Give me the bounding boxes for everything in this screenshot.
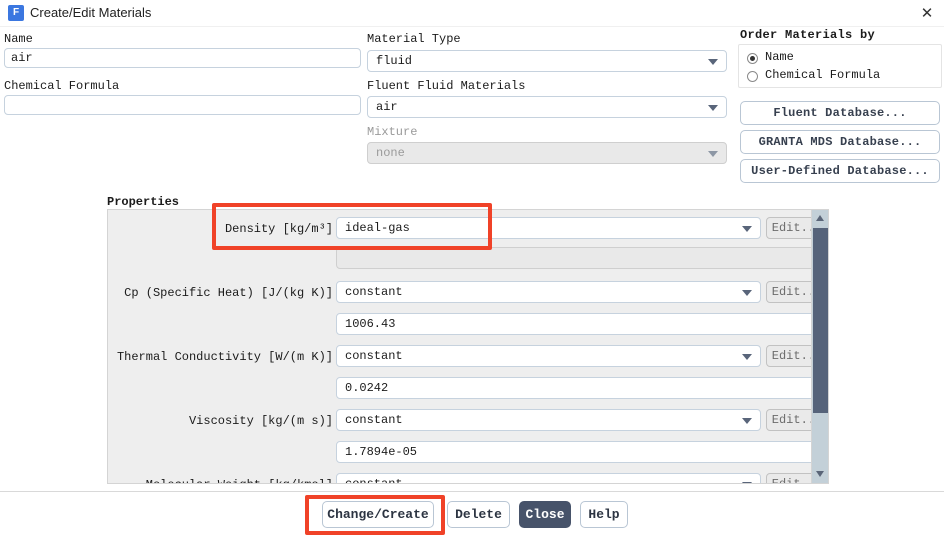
density-value-field	[336, 247, 828, 269]
molecular-weight-label: Molecular Weight [kg/kmol]	[108, 478, 333, 483]
radio-icon-selected	[747, 53, 758, 64]
chevron-down-icon	[742, 354, 752, 360]
chevron-down-icon	[742, 226, 752, 232]
chevron-down-icon	[708, 105, 718, 111]
mixture-value: none	[376, 146, 405, 160]
viscosity-method-value: constant	[345, 413, 403, 427]
scrollbar-thumb[interactable]	[813, 228, 828, 413]
chevron-down-icon	[708, 59, 718, 65]
scroll-down-arrow-icon[interactable]	[812, 466, 828, 483]
material-type-combo[interactable]: fluid	[367, 50, 727, 72]
properties-panel: Density [kg/m³] ideal-gas Edit... Cp (Sp…	[107, 209, 829, 484]
help-button[interactable]: Help	[580, 501, 628, 528]
chemical-formula-input[interactable]	[4, 95, 361, 115]
close-button[interactable]: Close	[519, 501, 571, 528]
viscosity-value-field[interactable]: 1.7894e-05	[336, 441, 828, 463]
granta-mds-database-button[interactable]: GRANTA MDS Database...	[740, 130, 940, 154]
thermal-conductivity-method-combo[interactable]: constant	[336, 345, 761, 367]
footer-separator	[0, 491, 944, 492]
density-label: Density [kg/m³]	[224, 222, 333, 236]
cp-value-field[interactable]: 1006.43	[336, 313, 828, 335]
create-edit-materials-dialog: F Create/Edit Materials ✕ Name Chemical …	[0, 0, 944, 535]
radio-order-by-name-label: Name	[765, 50, 794, 64]
radio-icon-unselected	[747, 71, 758, 82]
cp-method-combo[interactable]: constant	[336, 281, 761, 303]
thermal-conductivity-method-value: constant	[345, 349, 403, 363]
mixture-label: Mixture	[367, 125, 418, 139]
chevron-down-icon	[742, 290, 752, 296]
density-method-combo[interactable]: ideal-gas	[336, 217, 761, 239]
chevron-down-icon	[708, 151, 718, 157]
chevron-down-icon	[742, 482, 752, 483]
properties-scrollbar[interactable]	[811, 210, 828, 483]
fluent-fluid-materials-combo[interactable]: air	[367, 96, 727, 118]
chevron-down-icon	[742, 418, 752, 424]
thermal-conductivity-label: Thermal Conductivity [W/(m K)]	[116, 350, 333, 364]
fluent-fluid-materials-value: air	[376, 100, 398, 114]
delete-button[interactable]: Delete	[447, 501, 510, 528]
scroll-up-arrow-icon[interactable]	[812, 210, 828, 227]
title-bar: F Create/Edit Materials ✕	[0, 0, 944, 27]
order-materials-title: Order Materials by	[740, 28, 876, 42]
mixture-combo: none	[367, 142, 727, 164]
radio-order-by-chemical-formula-label: Chemical Formula	[765, 68, 881, 82]
viscosity-method-combo[interactable]: constant	[336, 409, 761, 431]
molecular-weight-method-combo[interactable]: constant	[336, 473, 761, 484]
material-type-label: Material Type	[367, 32, 461, 46]
name-label: Name	[4, 32, 33, 46]
user-defined-database-button[interactable]: User-Defined Database...	[740, 159, 940, 183]
fluent-fluid-materials-label: Fluent Fluid Materials	[367, 79, 526, 93]
close-icon[interactable]: ✕	[916, 3, 938, 25]
cp-label: Cp (Specific Heat) [J/(kg K)]	[124, 286, 333, 300]
fluent-f-icon: F	[8, 5, 24, 21]
chemical-formula-label: Chemical Formula	[4, 79, 120, 93]
density-method-value: ideal-gas	[345, 221, 410, 235]
order-materials-group: Name Chemical Formula	[738, 44, 942, 88]
change-create-button[interactable]: Change/Create	[322, 501, 434, 528]
name-input[interactable]	[4, 48, 361, 68]
properties-title: Properties	[107, 195, 180, 209]
material-type-value: fluid	[376, 54, 413, 68]
window-title: Create/Edit Materials	[30, 5, 152, 20]
viscosity-label: Viscosity [kg/(m s)]	[188, 414, 333, 428]
fluent-database-button[interactable]: Fluent Database...	[740, 101, 940, 125]
thermal-conductivity-value-field[interactable]: 0.0242	[336, 377, 828, 399]
cp-method-value: constant	[345, 285, 403, 299]
molecular-weight-method-value: constant	[345, 477, 403, 484]
